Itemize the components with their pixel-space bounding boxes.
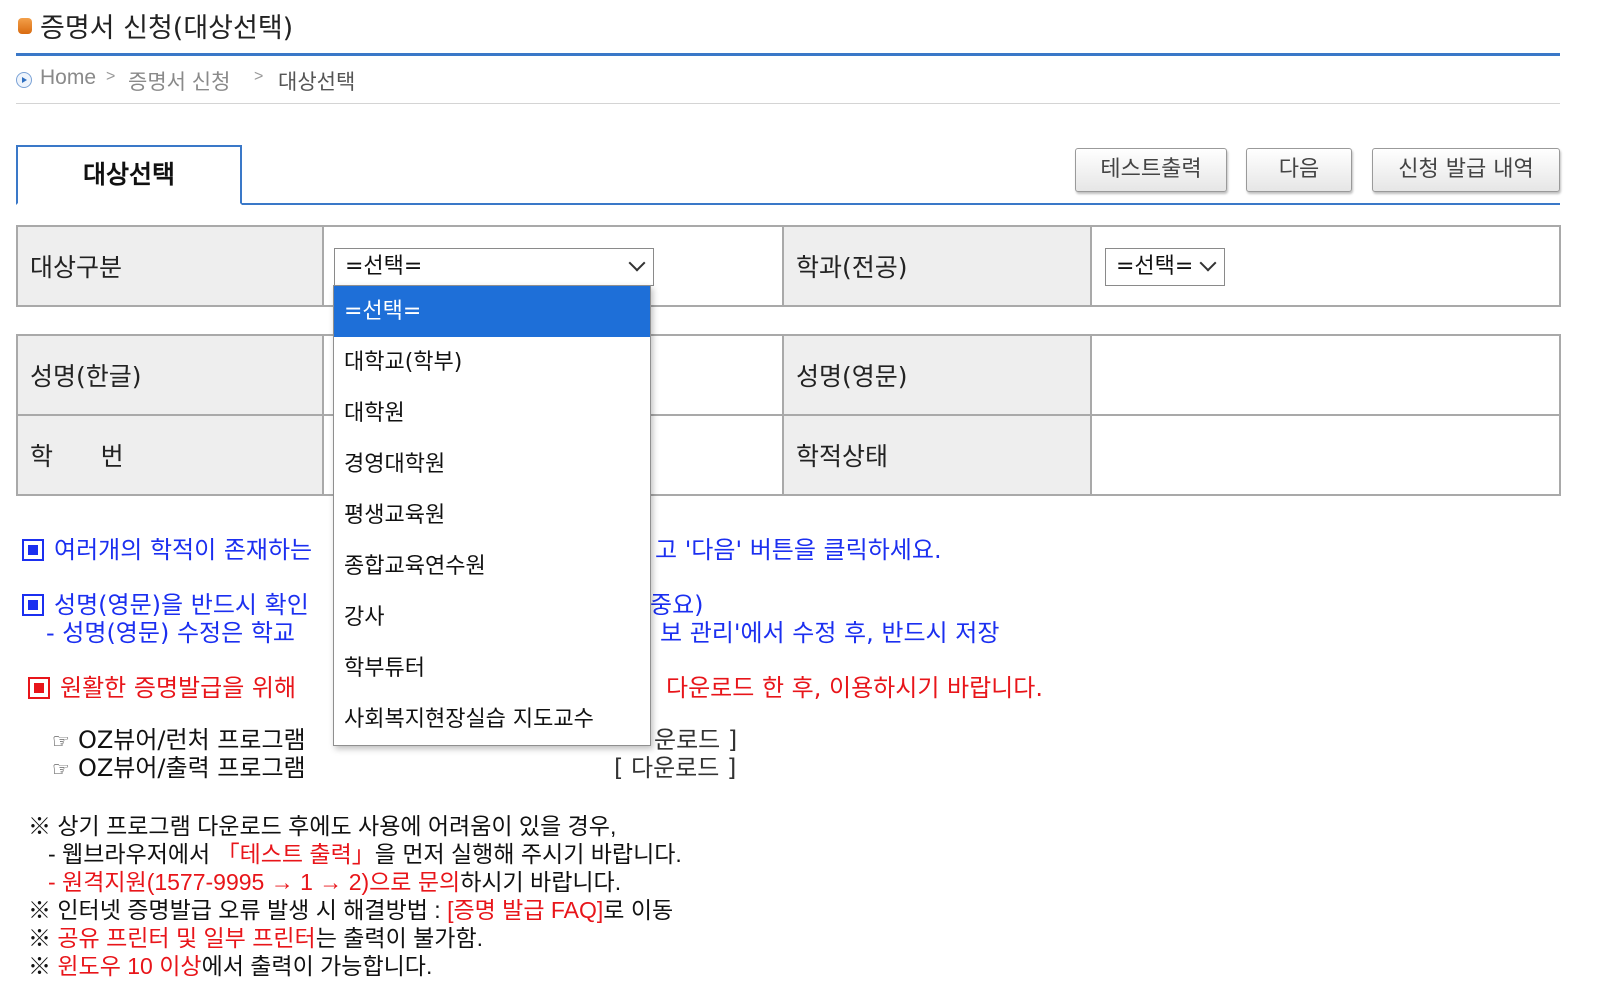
status-value	[1090, 414, 1561, 496]
chevron-down-icon	[1199, 254, 1217, 272]
info-message-3-tail: 보 관리'에서 수정 후, 반드시 저장	[660, 619, 1000, 647]
breadcrumb-separator-icon: >	[106, 68, 116, 85]
alert-message-tail: 다운로드 한 후, 이용하시기 바랍니다.	[666, 674, 1043, 702]
program-viewer: ☞ OZ뷰어/출력 프로그램	[52, 754, 306, 782]
dept-select[interactable]: =선택=	[1105, 248, 1225, 286]
breadcrumb-arrow-icon	[16, 72, 32, 88]
info-message-3: - 성명(영문) 수정은 학교	[46, 619, 295, 647]
alert-message: 원활한 증명발급을 위해	[28, 668, 296, 703]
test-print-button[interactable]: 테스트출력	[1075, 148, 1227, 192]
target-label: 대상구분	[16, 225, 324, 307]
dropdown-option[interactable]: 종합교육연수원	[334, 541, 650, 592]
dropdown-option[interactable]: =선택=	[334, 286, 650, 337]
breadcrumb: Home > 증명서 신청 > 대상선택	[16, 64, 1560, 104]
square-bullet-icon	[28, 677, 50, 699]
target-dropdown-list[interactable]: =선택= 대학교(학부) 대학원 경영대학원 평생교육원 종합교육연수원 강사 …	[333, 285, 651, 746]
note-6: ※ 윈도우 10 이상에서 출력이 가능합니다.	[28, 953, 433, 979]
dropdown-option[interactable]: 사회복지현장실습 지도교수	[334, 694, 650, 745]
chevron-down-icon	[628, 254, 646, 272]
target-form-table: 대상구분 학과(전공)	[16, 225, 1561, 307]
status-label: 학적상태	[782, 414, 1092, 496]
square-bullet-icon	[22, 594, 44, 616]
dropdown-option[interactable]: 대학교(학부)	[334, 337, 650, 388]
name-en-value	[1090, 334, 1561, 416]
next-button[interactable]: 다음	[1246, 148, 1352, 192]
breadcrumb-level1[interactable]: 증명서 신청	[128, 66, 230, 96]
title-bar: 증명서 신청(대상선택)	[16, 0, 1560, 56]
info-message-1-tail: 고 '다음' 버튼을 클릭하세요.	[655, 536, 942, 564]
name-kr-label: 성명(한글)	[16, 334, 324, 416]
breadcrumb-current: 대상선택	[278, 71, 356, 94]
tab-target-select[interactable]: 대상선택	[16, 145, 242, 205]
dropdown-option[interactable]: 강사	[334, 592, 650, 643]
target-select-value: =선택=	[345, 254, 423, 279]
dept-label: 학과(전공)	[782, 225, 1092, 307]
history-button[interactable]: 신청 발급 내역	[1372, 148, 1560, 192]
breadcrumb-home[interactable]: Home	[40, 66, 96, 90]
student-info-table: 성명(한글) 성명(영문) 학 번 학적상태	[16, 334, 1561, 496]
dropdown-option[interactable]: 대학원	[334, 388, 650, 439]
info-message-1: 여러개의 학적이 존재하는	[22, 530, 312, 565]
dropdown-option[interactable]: 경영대학원	[334, 439, 650, 490]
title-bullet-icon	[18, 18, 32, 34]
viewer-download-link[interactable]: [ 다운로드 ]	[614, 748, 736, 783]
pointing-hand-icon: ☞	[52, 757, 70, 781]
dropdown-option[interactable]: 학부튜터	[334, 643, 650, 694]
page-title: 증명서 신청(대상선택)	[40, 13, 294, 44]
dropdown-option[interactable]: 평생교육원	[334, 490, 650, 541]
student-no-label: 학 번	[16, 414, 324, 496]
target-select[interactable]: =선택=	[334, 248, 654, 286]
square-bullet-icon	[22, 539, 44, 561]
name-en-label: 성명(영문)	[782, 334, 1092, 416]
breadcrumb-separator-icon: >	[254, 68, 264, 85]
dept-select-value: =선택=	[1116, 254, 1194, 279]
